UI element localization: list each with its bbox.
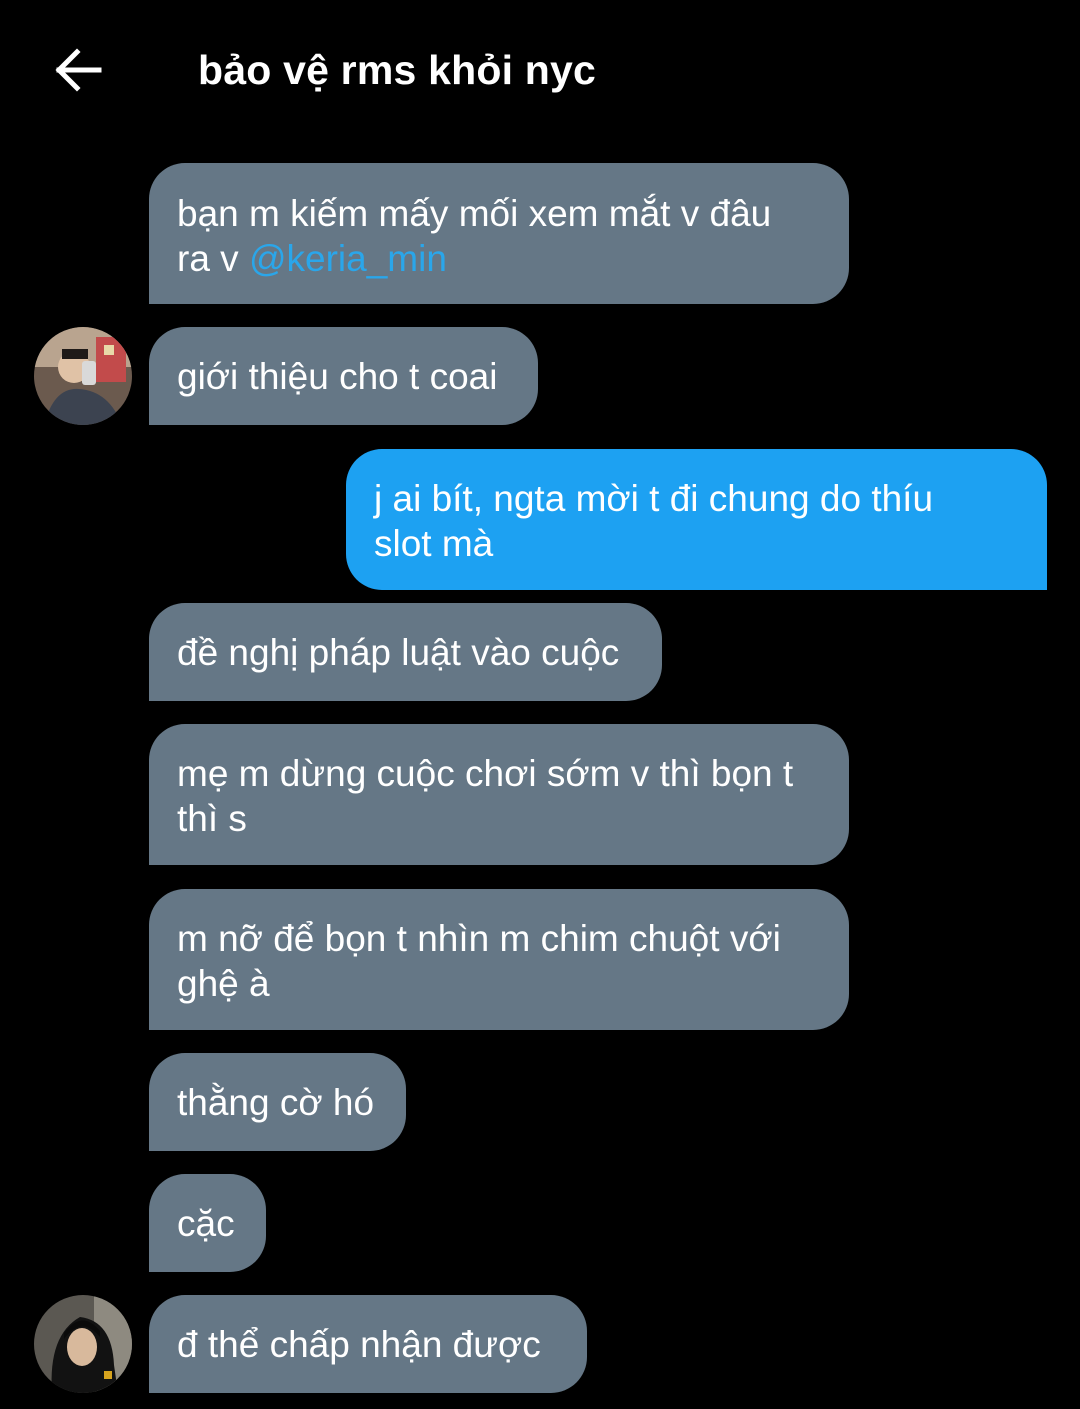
message-text: j ai bít, ngta mời t đi chung do thíu sl… bbox=[374, 478, 934, 564]
message-text: đề nghị pháp luật vào cuộc bbox=[177, 632, 620, 673]
message-text: mẹ m dừng cuộc chơi sớm v thì bọn t thì … bbox=[177, 753, 794, 839]
message-text: giới thiệu cho t coai bbox=[177, 356, 498, 397]
message-bubble[interactable]: cặc bbox=[149, 1174, 266, 1272]
message-text: đ thể chấp nhận được bbox=[177, 1324, 541, 1365]
mention-link[interactable]: @keria_min bbox=[249, 238, 447, 279]
message-text: cặc bbox=[177, 1203, 235, 1244]
message-text: thằng cờ hó bbox=[177, 1082, 375, 1123]
message-text: m nỡ để bọn t nhìn m chim chuột với ghệ … bbox=[177, 918, 781, 1004]
message-bubble[interactable]: mẹ m dừng cuộc chơi sớm v thì bọn t thì … bbox=[149, 724, 849, 865]
message-bubble[interactable]: m nỡ để bọn t nhìn m chim chuột với ghệ … bbox=[149, 889, 849, 1030]
user-avatar-2 bbox=[34, 1295, 132, 1393]
chat-header: bảo vệ rms khỏi nyc bbox=[0, 0, 1080, 140]
message-bubble[interactable]: bạn m kiếm mấy mối xem mắt v đâu ra v @k… bbox=[149, 163, 849, 304]
avatar[interactable] bbox=[34, 327, 132, 425]
arrow-left-icon bbox=[55, 48, 102, 92]
message-bubble[interactable]: đề nghị pháp luật vào cuộc bbox=[149, 603, 662, 701]
message-bubble-outgoing[interactable]: j ai bít, ngta mời t đi chung do thíu sl… bbox=[346, 449, 1047, 590]
back-button[interactable] bbox=[48, 40, 108, 100]
message-bubble[interactable]: thằng cờ hó bbox=[149, 1053, 406, 1151]
conversation-title: bảo vệ rms khỏi nyc bbox=[198, 47, 597, 93]
message-bubble[interactable]: giới thiệu cho t coai bbox=[149, 327, 538, 425]
message-bubble[interactable]: đ thể chấp nhận được bbox=[149, 1295, 587, 1393]
user-avatar-1 bbox=[34, 327, 132, 425]
avatar[interactable] bbox=[34, 1295, 132, 1393]
